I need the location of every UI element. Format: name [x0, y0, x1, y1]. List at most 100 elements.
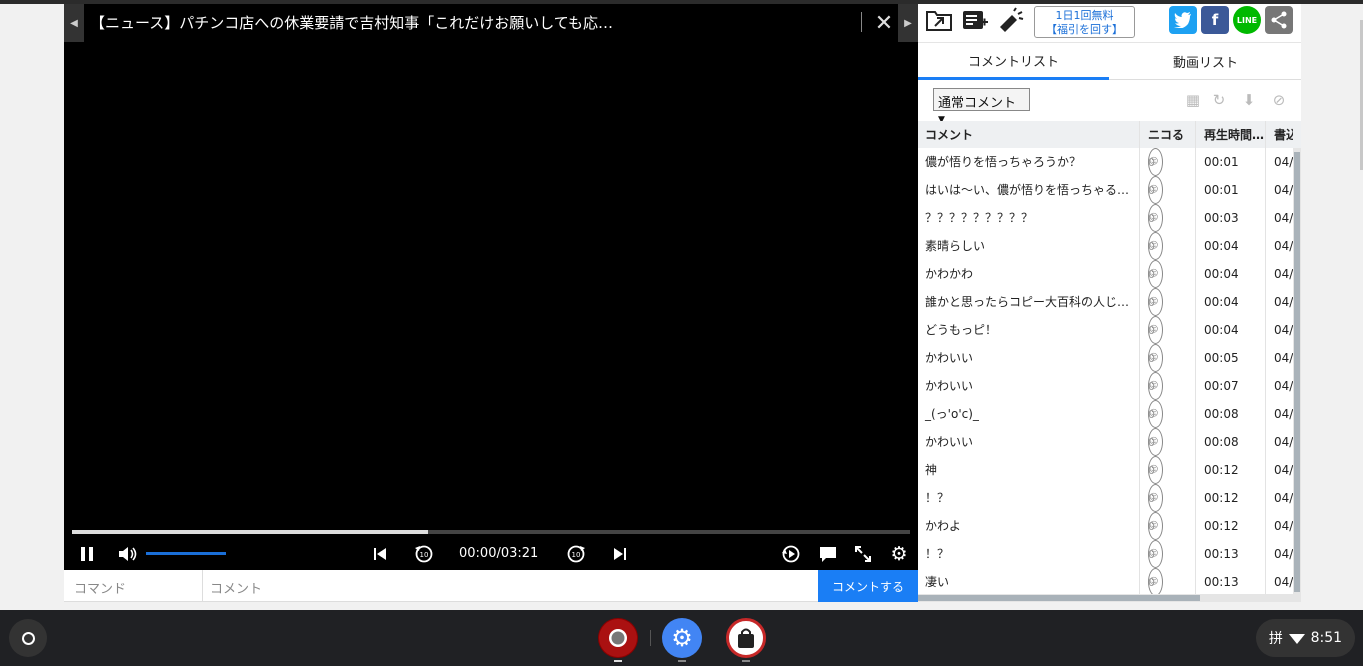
line-share-button[interactable]: LINE: [1233, 6, 1261, 34]
submit-comment-button[interactable]: コメントする: [818, 570, 918, 602]
rewind-10-button[interactable]: 10: [412, 542, 436, 566]
posted-date-cell: 04/: [1274, 435, 1293, 449]
skip-start-button[interactable]: [369, 542, 391, 566]
column-header-nicoru[interactable]: ニコる: [1140, 121, 1196, 148]
nicoru-cell[interactable]: ☺ 0: [1140, 428, 1196, 456]
app-running-indicator: [678, 660, 686, 662]
settings-button[interactable]: ⚙: [887, 542, 911, 566]
chrome-app-button[interactable]: [598, 618, 638, 658]
chrome-icon: [599, 619, 637, 657]
comment-list-hscrollbar[interactable]: [918, 594, 1301, 602]
table-row[interactable]: _(っ'o'c)_ ☺ 0 00:08 04/: [918, 400, 1293, 428]
table-row[interactable]: ？？？？？？？？？ ☺ 0 00:03 04/: [918, 204, 1293, 232]
scrollbar-thumb[interactable]: [1294, 152, 1300, 592]
tab-video-list[interactable]: 動画リスト: [1110, 43, 1301, 80]
next-video-button[interactable]: ▶: [898, 4, 918, 42]
side-panel: 1日1回無料 【福引を回す】 f LINE コメントリスト 動画リスト 通常コメ…: [918, 4, 1301, 602]
settings-app-button[interactable]: ⚙: [662, 618, 702, 658]
column-header-comment[interactable]: コメント: [918, 121, 1140, 148]
nicoru-cell[interactable]: ☺ 0: [1140, 344, 1196, 372]
posted-date-cell: 04/: [1274, 491, 1293, 505]
table-row[interactable]: かわいい ☺ 0 00:05 04/: [918, 344, 1293, 372]
pause-button[interactable]: [76, 542, 98, 566]
close-button[interactable]: ✕: [869, 8, 899, 38]
posted-date-cell: 04/: [1274, 463, 1293, 477]
nicoru-cell[interactable]: ☺ 0: [1140, 540, 1196, 568]
playtime-cell: 00:07: [1196, 372, 1266, 400]
player-title-bar: ◀ 【ニュース】パチンコ店への休業要請で吉村知事「これだけお願いしても応… ✕ …: [64, 4, 918, 42]
status-tray[interactable]: 拼 8:51: [1256, 619, 1355, 657]
table-row[interactable]: かわかわ ☺ 0 00:04 04/: [918, 260, 1293, 288]
nicoru-cell[interactable]: ☺ 0: [1140, 484, 1196, 512]
fullscreen-button[interactable]: [851, 542, 875, 566]
table-row[interactable]: 儂が悟りを悟っちゃろうか？ ☺ 0 00:01 04/: [918, 148, 1293, 176]
forward-10-button[interactable]: 10: [564, 542, 588, 566]
nicoru-cell[interactable]: ☺ 0: [1140, 512, 1196, 540]
comment-type-select[interactable]: 通常コメント ▼: [933, 88, 1030, 125]
column-header-playtime[interactable]: 再生時間…: [1196, 121, 1266, 148]
refresh-button[interactable]: ↻: [1210, 91, 1228, 109]
comment-list-scrollbar[interactable]: [1293, 148, 1301, 594]
pause-icon: [81, 547, 93, 561]
forward-10-icon: 10: [567, 545, 585, 563]
launcher-icon: [21, 631, 35, 645]
table-row[interactable]: はいは〜い、儂が悟りを悟っちゃる… ☺ 0 00:01 04/: [918, 176, 1293, 204]
add-playlist-button[interactable]: [960, 6, 990, 34]
nicoru-cell[interactable]: ☺ 0: [1140, 176, 1196, 204]
comment-input[interactable]: コメント: [204, 570, 817, 602]
table-row[interactable]: ！？ ☺ 0 00:13 04/: [918, 540, 1293, 568]
nicoru-cell[interactable]: ☺ 0: [1140, 568, 1196, 594]
rewind-10-icon: 10: [415, 545, 433, 563]
daily-lottery-button[interactable]: 1日1回無料 【福引を回す】: [1034, 6, 1135, 38]
nicoru-cell[interactable]: ☺ 0: [1140, 260, 1196, 288]
table-row[interactable]: かわよ ☺ 0 00:12 04/: [918, 512, 1293, 540]
seek-bar[interactable]: [72, 530, 910, 534]
table-row[interactable]: どうもっピ！ ☺ 0 00:04 04/: [918, 316, 1293, 344]
loop-button[interactable]: [779, 542, 803, 566]
no-comment-icon: ⊘: [1272, 91, 1286, 109]
skip-end-button[interactable]: [609, 542, 631, 566]
autoscroll-button[interactable]: ⬇: [1240, 91, 1258, 109]
nicoru-cell[interactable]: ☺ 0: [1140, 288, 1196, 316]
share-button[interactable]: [1265, 6, 1293, 34]
nicoru-cell[interactable]: ☺ 0: [1140, 456, 1196, 484]
volume-button[interactable]: [116, 542, 140, 566]
table-row[interactable]: 凄い ☺ 0 00:13 04/: [918, 568, 1293, 594]
playtime-cell: 00:01: [1196, 176, 1266, 204]
posted-date-cell: 04/: [1274, 239, 1293, 253]
tab-comment-list[interactable]: コメントリスト: [918, 43, 1109, 80]
nicoru-cell[interactable]: ☺ 0: [1140, 148, 1196, 176]
store-app-button[interactable]: [726, 618, 766, 658]
table-row[interactable]: 神 ☺ 0 00:12 04/: [918, 456, 1293, 484]
refresh-icon: ↻: [1212, 91, 1226, 109]
posted-date-cell: 04/: [1274, 351, 1293, 365]
nicoru-cell[interactable]: ☺ 0: [1140, 400, 1196, 428]
video-player[interactable]: ◀ 【ニュース】パチンコ店への休業要請で吉村知事「これだけお願いしても応… ✕ …: [64, 4, 918, 570]
launcher-button[interactable]: [9, 619, 47, 657]
command-input[interactable]: コマンド: [64, 570, 203, 602]
nicoru-cell[interactable]: ☺ 0: [1140, 232, 1196, 260]
nicoru-count: 0: [1148, 239, 1155, 253]
comment-toggle-button[interactable]: [816, 542, 840, 566]
volume-slider[interactable]: [146, 552, 226, 555]
nicoru-count: 0: [1148, 351, 1155, 365]
table-row[interactable]: 素晴らしい ☺ 0 00:04 04/: [918, 232, 1293, 260]
nicoru-cell[interactable]: ☺ 0: [1140, 372, 1196, 400]
nicoru-cell[interactable]: ☺ 0: [1140, 204, 1196, 232]
table-row[interactable]: ！？ ☺ 0 00:12 04/: [918, 484, 1293, 512]
facebook-share-button[interactable]: f: [1201, 6, 1229, 34]
mylist-folder-button[interactable]: [924, 6, 954, 34]
column-header-posted[interactable]: 書込: [1266, 121, 1293, 148]
twitter-share-button[interactable]: [1169, 6, 1197, 34]
ng-comment-button[interactable]: ⊘: [1270, 91, 1288, 109]
table-row[interactable]: かわいい ☺ 0 00:07 04/: [918, 372, 1293, 400]
nicoru-cell[interactable]: ☺ 0: [1140, 316, 1196, 344]
table-row[interactable]: かわいい ☺ 0 00:08 04/: [918, 428, 1293, 456]
advertise-button[interactable]: [996, 6, 1026, 34]
hscrollbar-thumb[interactable]: [918, 595, 1200, 601]
table-row[interactable]: 誰かと思ったらコピー大百科の人じ… ☺ 0 00:04 04/: [918, 288, 1293, 316]
comment-text: どうもっピ！: [918, 316, 1140, 344]
prev-video-button[interactable]: ◀: [64, 4, 84, 42]
lottery-line1: 1日1回無料: [1055, 9, 1114, 22]
calendar-button[interactable]: ▦: [1184, 91, 1202, 109]
